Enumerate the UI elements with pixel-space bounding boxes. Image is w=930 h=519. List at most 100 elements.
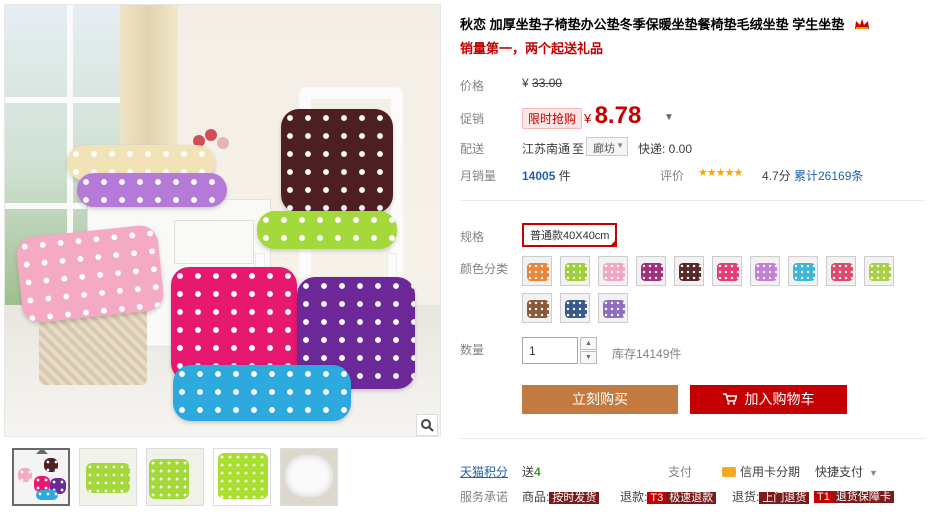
monthly-sales-label: 月销量 (460, 169, 497, 183)
cushion-magenta (171, 267, 297, 381)
stock-count: 库存14149件 (612, 347, 682, 361)
cushion-blue (173, 365, 351, 421)
add-to-cart-button[interactable]: 加入购物车 (690, 385, 847, 414)
service-refund[interactable]: 退款: T3 极速退款 (620, 488, 717, 505)
color-swatch[interactable] (560, 256, 590, 286)
chevron-down-icon: ▼ (869, 468, 878, 478)
cushion-thumbnail-icon (565, 300, 587, 318)
color-swatch[interactable] (598, 293, 628, 323)
city-select-value: 廊坊 (593, 143, 615, 155)
thumbnail-strip (12, 448, 338, 506)
tmall-points-link[interactable]: 天猫积分 (460, 463, 508, 480)
chevron-down-icon[interactable]: ▼ (664, 112, 674, 123)
main-product-photo[interactable] (4, 4, 441, 437)
cushion-lavender (77, 173, 227, 207)
color-swatch[interactable] (864, 256, 894, 286)
current-price-value: 8.78 (594, 102, 642, 129)
monthly-sales-unit: 件 (558, 169, 571, 183)
ship-to-word: 至 (572, 142, 585, 156)
points-number: 4 (534, 465, 541, 479)
cushion-thumbnail-icon (831, 263, 853, 281)
monthly-sales: 14005 件 (522, 167, 571, 184)
rating-stars: ★★★★★ (698, 167, 743, 179)
product-gallery (4, 4, 441, 519)
quantity-increase-button[interactable]: ▲ (580, 337, 597, 350)
refund-tag-prefix: T3 (647, 492, 667, 504)
cushion-thumbnail-icon (869, 263, 891, 281)
zoom-icon[interactable] (416, 414, 438, 436)
rating-score: 4.7分 (762, 169, 791, 183)
product-subtitle: 销量第一，两个起送礼品 (460, 41, 604, 56)
thumbnail-4[interactable] (213, 448, 271, 506)
color-swatch[interactable] (636, 256, 666, 286)
quick-pay-label: 快捷支付 (815, 465, 864, 479)
thumbnail-1[interactable] (12, 448, 70, 506)
cushion-thumbnail-icon (603, 300, 625, 318)
product-info-panel: 秋恋 加厚坐垫子椅垫办公垫冬季保暖坐垫餐椅垫毛绒坐垫 学生坐垫 销量第一，两个起… (460, 0, 930, 519)
cushion-thumbnail-icon (527, 300, 549, 318)
monthly-sales-count: 14005 (522, 169, 556, 183)
cushion-thumbnail-icon (755, 263, 777, 281)
color-swatch[interactable] (826, 256, 856, 286)
ship-from: 江苏南通 (522, 142, 571, 156)
service-label: 服务承诺 (460, 490, 509, 504)
current-currency: ¥ (584, 111, 592, 126)
credit-card-icon (722, 467, 736, 477)
color-swatch[interactable] (598, 256, 628, 286)
service-goods[interactable]: 商品: 按时发货 (522, 488, 600, 505)
points-prefix: 送 (522, 465, 535, 479)
current-price: ¥ 8.78 (584, 102, 641, 130)
fast-refund-tag: 极速退款 (666, 492, 717, 504)
cart-icon (722, 393, 737, 405)
color-swatch[interactable] (522, 293, 552, 323)
cushion-thumbnail-icon (565, 263, 587, 281)
price-label: 价格 (460, 79, 485, 93)
points-value: 送4 (522, 463, 541, 480)
cushion-thumbnail-icon (641, 263, 663, 281)
service-return[interactable]: 退货: 上门退货 (732, 488, 810, 505)
cushion-pink (14, 223, 166, 325)
color-label: 颜色分类 (460, 262, 509, 276)
crown-icon (854, 19, 869, 29)
thumbnail-2[interactable] (79, 448, 137, 506)
thumbnail-5[interactable] (280, 448, 338, 506)
quantity-input[interactable] (522, 337, 578, 364)
service-return-label: 退货: (732, 490, 760, 504)
product-title: 秋恋 加厚坐垫子椅垫办公垫冬季保暖坐垫餐椅垫毛绒坐垫 学生坐垫 (460, 14, 930, 33)
credit-installment[interactable]: 信用卡分期 (722, 463, 800, 480)
buy-now-button[interactable]: 立刻购买 (522, 385, 678, 414)
return-guarantee-tag: 退货保障卡 (832, 491, 894, 503)
color-swatch[interactable] (560, 293, 590, 323)
cushion-lime (257, 211, 397, 249)
divider (460, 438, 925, 439)
thumbnail-3[interactable] (146, 448, 204, 506)
cushion-thumbnail-icon (717, 263, 739, 281)
color-swatch[interactable] (522, 256, 552, 286)
spec-label: 规格 (460, 230, 485, 244)
payment-label: 支付 (668, 465, 693, 479)
quantity-decrease-button[interactable]: ▼ (580, 351, 597, 364)
cushion-thumbnail-icon (527, 263, 549, 281)
delivery-label: 配送 (460, 142, 485, 156)
flash-sale-badge: 限时抢购 (522, 108, 583, 129)
color-swatch[interactable] (674, 256, 704, 286)
service-guarantee[interactable]: T1 退货保障卡 (814, 488, 894, 504)
credit-installment-label: 信用卡分期 (740, 465, 801, 479)
quick-pay-dropdown[interactable]: 快捷支付 ▼ (815, 463, 878, 480)
quantity-label: 数量 (460, 343, 485, 357)
product-title-text: 秋恋 加厚坐垫子椅垫办公垫冬季保暖坐垫餐椅垫毛绒坐垫 学生坐垫 (460, 17, 845, 32)
rating-label: 评价 (660, 169, 685, 183)
color-swatch[interactable] (788, 256, 818, 286)
add-to-cart-label: 加入购物车 (744, 391, 815, 407)
express-fee: 快递: 0.00 (638, 142, 693, 156)
service-goods-label: 商品: (522, 490, 550, 504)
cushion-thumbnail-icon (679, 263, 701, 281)
review-count-link[interactable]: 累计26169条 (794, 167, 863, 184)
color-swatch[interactable] (750, 256, 780, 286)
chevron-down-icon: ▼ (616, 141, 624, 150)
color-swatch[interactable] (712, 256, 742, 286)
original-price-value: 33.00 (532, 76, 563, 90)
spec-option-selected[interactable]: 普通款40X40cm (522, 223, 618, 247)
guarantee-tag-prefix: T1 (814, 491, 833, 503)
city-select[interactable]: 廊坊 ▼ (586, 137, 628, 156)
